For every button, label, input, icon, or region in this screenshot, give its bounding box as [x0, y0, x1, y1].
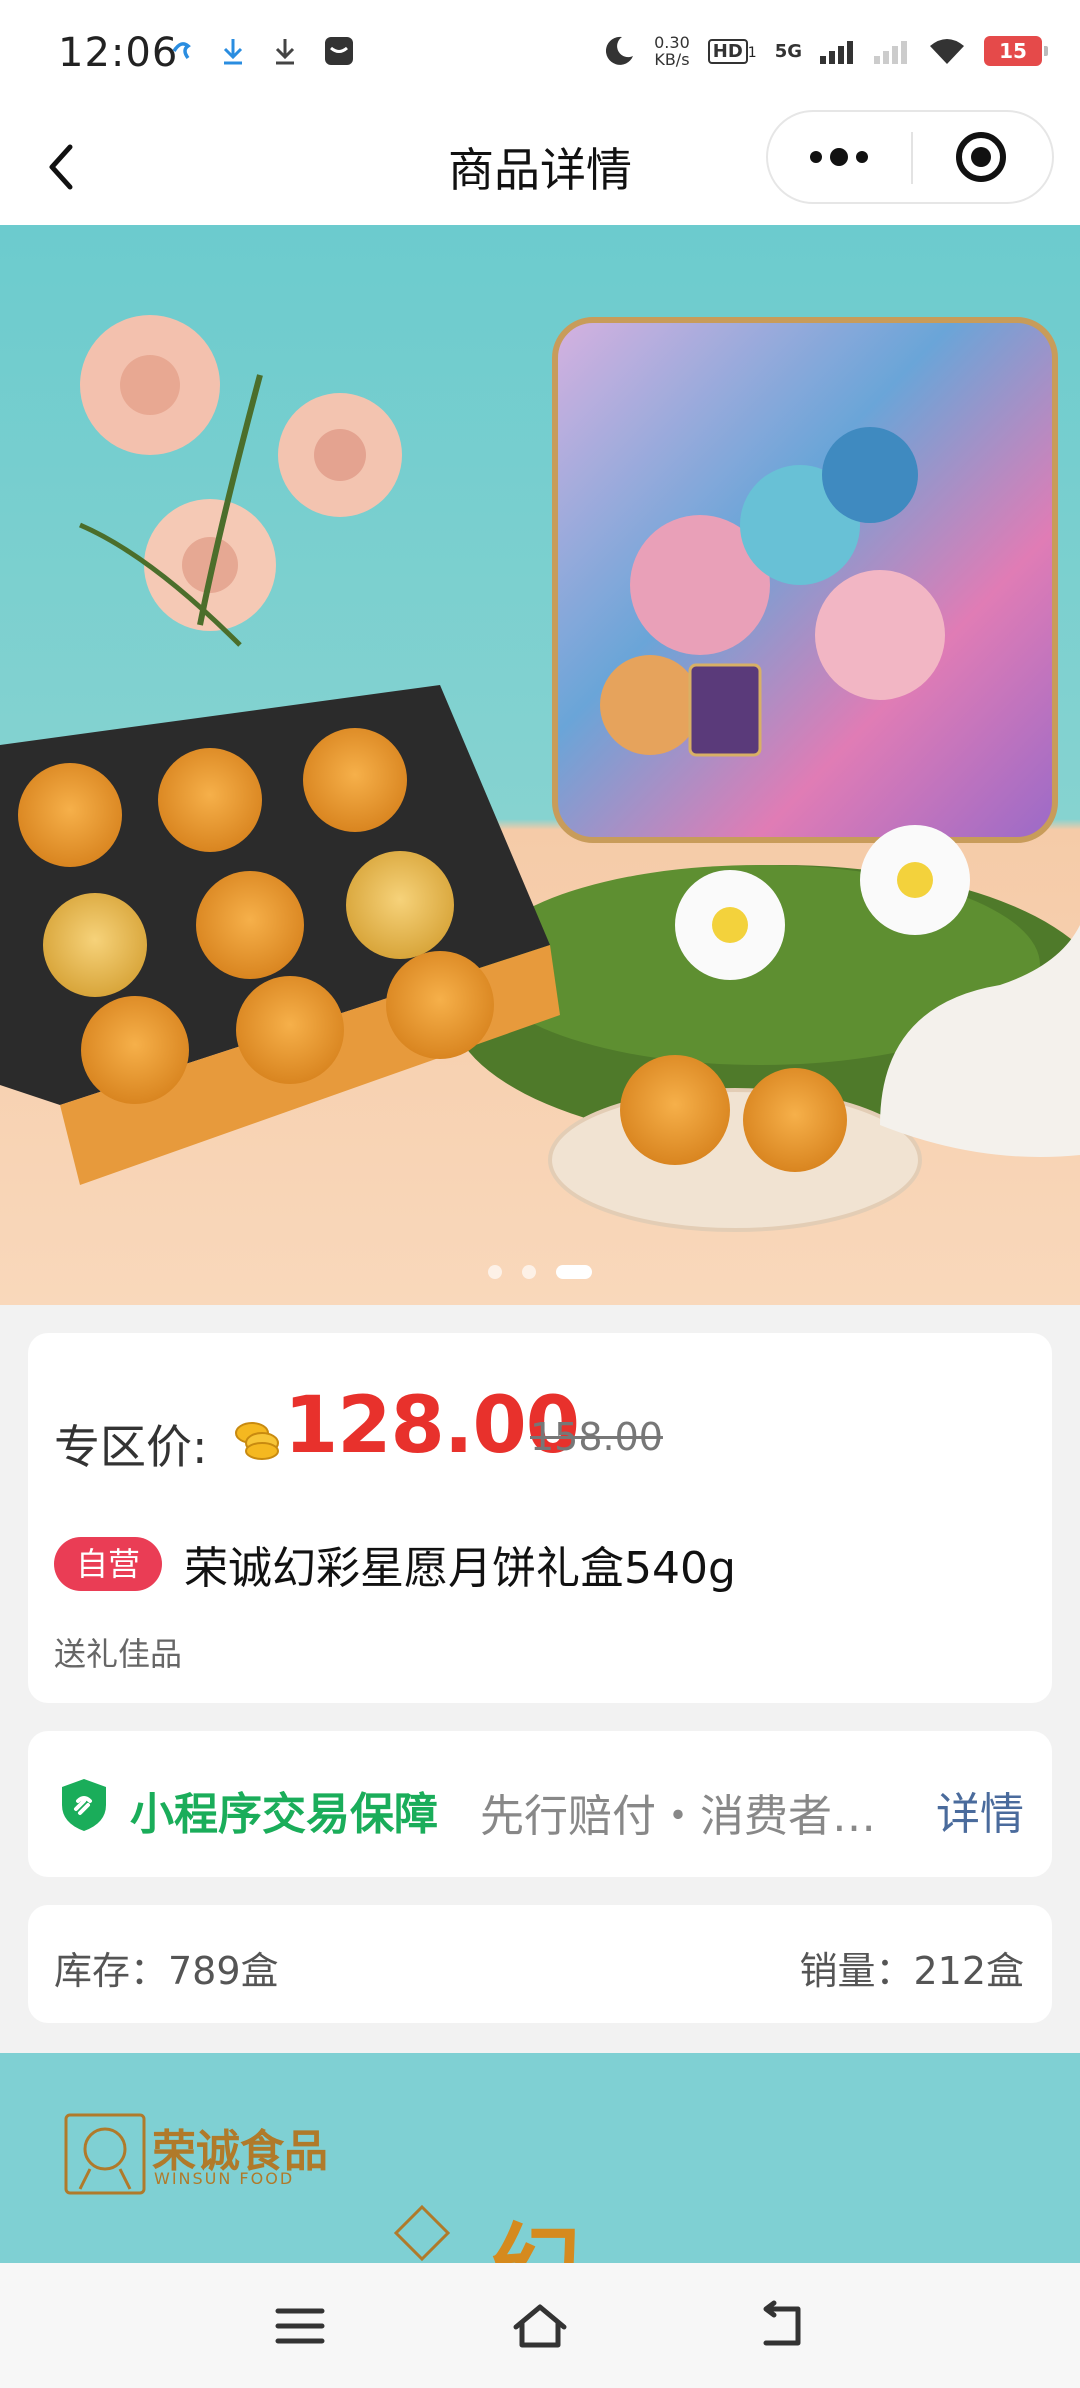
status-bar: 12:06 0.30 KB/s HD 1 5G 15 [0, 0, 1080, 110]
brand-name-en: WINSUN FOOD [154, 2169, 295, 2188]
battery-indicator: 15 [984, 36, 1048, 66]
wifi-icon [930, 39, 964, 64]
notification-icons [168, 36, 354, 66]
hd-indicator: HD 1 [707, 38, 757, 64]
guarantee-description: 先行赔付・消费者… [480, 1791, 876, 1842]
original-price: 158.00 [530, 1415, 663, 1459]
more-dots-icon [810, 148, 868, 166]
more-button[interactable] [768, 112, 911, 202]
guarantee-title: 小程序交易保障 [130, 1789, 438, 1840]
status-right: 0.30 KB/s HD 1 5G 15 [602, 33, 1048, 69]
stock-sales-card: 库存：789盒 销量：212盒 [28, 1905, 1052, 2023]
miniprogram-capsule [766, 110, 1054, 204]
download-icon [275, 39, 295, 65]
signal-icon [874, 41, 907, 64]
coin-icon [235, 1422, 279, 1460]
nav-bar: 商品详情 [0, 110, 1080, 225]
home-icon[interactable] [510, 2299, 570, 2353]
product-image-carousel[interactable] [0, 225, 1080, 1305]
system-navigation-bar [0, 2263, 1080, 2388]
network-type: 5G [774, 40, 802, 62]
status-time: 12:06 [58, 30, 179, 76]
carousel-dot-active[interactable] [556, 1265, 592, 1279]
menu-icon[interactable] [270, 2299, 330, 2353]
trade-guarantee-row[interactable]: 小程序交易保障 先行赔付・消费者… 详情 [28, 1731, 1052, 1877]
product-tag: 送礼佳品 [54, 1635, 183, 1673]
diamond-emblem-icon [393, 2204, 451, 2262]
close-miniprogram-button[interactable] [913, 112, 1054, 202]
guarantee-details-link[interactable]: 详情 [936, 1778, 1024, 1842]
self-operated-badge: 自营 [54, 1537, 162, 1591]
product-detail-banner: 荣诚食品 WINSUN FOOD 幻 [0, 2053, 1080, 2263]
sales-count: 销量：212盒 [799, 1949, 1024, 1993]
back-nav-icon[interactable] [750, 2299, 810, 2353]
message-app-icon [325, 37, 353, 65]
brand-logo-icon [64, 2113, 146, 2195]
product-name: 荣诚幻彩星愿月饼礼盒540g [184, 1543, 736, 1594]
net-speed: 0.30 KB/s [654, 33, 690, 69]
signal-icon [820, 41, 853, 64]
app-notification-icon [172, 42, 191, 60]
price-label: 专区价: [54, 1420, 208, 1474]
banner-title-char: 幻 [490, 2193, 580, 2263]
shield-icon [62, 1779, 106, 1831]
carousel-indicator [0, 1265, 1080, 1279]
carousel-dot[interactable] [488, 1265, 502, 1279]
price-card: 专区价: 128.00 158.00 自营 荣诚幻彩星愿月饼礼盒540g 送礼佳… [28, 1333, 1052, 1703]
moon-icon [606, 36, 634, 65]
target-close-icon [956, 132, 1006, 182]
carousel-dot[interactable] [522, 1265, 536, 1279]
download-icon [223, 39, 243, 65]
stock-count: 库存：789盒 [54, 1949, 279, 1993]
product-photo [0, 225, 1080, 1305]
